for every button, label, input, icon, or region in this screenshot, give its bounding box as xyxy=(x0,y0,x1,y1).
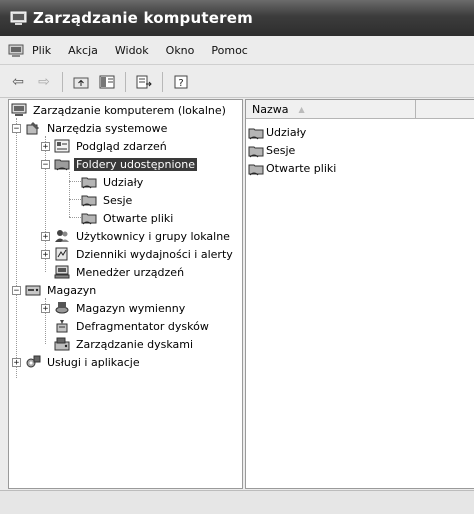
expand-toggle[interactable]: + xyxy=(41,249,50,259)
list-item[interactable]: Udziały xyxy=(248,124,306,141)
up-folder-icon[interactable] xyxy=(71,72,91,92)
forward-arrow-icon[interactable]: ⇨ xyxy=(34,72,54,92)
details-pane[interactable]: Nazwa ▲ Udziały Sesje Otwarte pliki xyxy=(245,99,474,489)
sort-ascending-icon: ▲ xyxy=(298,104,305,114)
tree-item-root[interactable]: Zarządzanie komputerem (lokalne) xyxy=(11,101,228,119)
title-bar: Zarządzanie komputerem xyxy=(0,0,474,36)
expand-toggle[interactable]: + xyxy=(41,141,50,151)
shared-folder-icon xyxy=(81,174,97,190)
tree-item-storage[interactable]: − Magazyn xyxy=(12,281,98,299)
status-bar xyxy=(0,490,474,514)
removable-storage-icon xyxy=(54,300,70,316)
tree-connector xyxy=(69,217,81,218)
users-icon xyxy=(54,228,70,244)
tree-connector xyxy=(69,199,81,200)
back-arrow-icon[interactable]: ⇦ xyxy=(8,72,28,92)
tree-item-shared-folders[interactable]: − Foldery udostępnione xyxy=(41,155,197,173)
column-header-name[interactable]: Nazwa ▲ xyxy=(246,100,416,118)
export-list-icon[interactable] xyxy=(134,72,154,92)
system-tools-icon xyxy=(25,120,41,136)
list-item[interactable]: Otwarte pliki xyxy=(248,160,336,177)
tree-item-system-tools[interactable]: − Narzędzia systemowe xyxy=(12,119,169,137)
shared-folder-icon xyxy=(54,156,70,172)
menu-bar: Plik Akcja Widok Okno Pomoc xyxy=(0,37,474,65)
event-viewer-icon xyxy=(54,138,70,154)
device-manager-icon xyxy=(54,264,70,280)
list-item-label: Udziały xyxy=(266,126,307,139)
tree-label: Narzędzia systemowe xyxy=(47,121,168,135)
shared-folder-icon xyxy=(248,143,264,159)
tree-label: Udziały xyxy=(103,175,144,189)
tree-item-removable-storage[interactable]: + Magazyn wymienny xyxy=(41,299,187,317)
menu-action[interactable]: Akcja xyxy=(68,44,98,57)
tree-connector xyxy=(16,118,17,378)
tree-item-sessions[interactable]: Sesje xyxy=(81,191,134,209)
disk-management-icon xyxy=(54,336,70,352)
tree-item-event-viewer[interactable]: + Podgląd zdarzeń xyxy=(41,137,169,155)
tree-label: Dzienniki wydajności i alerty xyxy=(76,247,233,261)
tree-item-disk-management[interactable]: Zarządzanie dyskami xyxy=(54,335,195,353)
tree-label: Magazyn xyxy=(47,283,97,297)
collapse-toggle[interactable]: − xyxy=(12,123,21,133)
shared-folder-icon xyxy=(248,161,264,177)
shared-folder-icon xyxy=(248,125,264,141)
tree-label: Zarządzanie komputerem (lokalne) xyxy=(33,103,226,117)
column-header: Nazwa ▲ xyxy=(246,100,474,119)
computer-management-icon xyxy=(11,102,27,118)
tree-label: Magazyn wymienny xyxy=(76,301,186,315)
tree-item-local-users[interactable]: + Użytkownicy i grupy lokalne xyxy=(41,227,232,245)
system-menu-icon[interactable] xyxy=(8,44,24,58)
collapse-toggle[interactable]: − xyxy=(12,285,21,295)
tree-label: Użytkownicy i grupy lokalne xyxy=(76,229,230,243)
toolbar: ⇦ ⇨ ? xyxy=(0,66,474,98)
column-header-empty[interactable] xyxy=(416,100,474,118)
storage-icon xyxy=(25,282,41,298)
defragmenter-icon xyxy=(54,318,70,334)
tree-label: Menedżer urządzeń xyxy=(76,265,185,279)
tree-item-shares[interactable]: Udziały xyxy=(81,173,145,191)
list-item-label: Sesje xyxy=(266,144,296,157)
performance-logs-icon xyxy=(54,246,70,262)
toolbar-separator xyxy=(125,71,126,92)
window-title: Zarządzanie komputerem xyxy=(33,9,253,27)
shared-folder-icon xyxy=(81,192,97,208)
collapse-toggle[interactable]: − xyxy=(41,159,50,169)
expand-toggle[interactable]: + xyxy=(41,231,50,241)
list-item-label: Otwarte pliki xyxy=(266,162,337,175)
menu-help[interactable]: Pomoc xyxy=(211,44,247,57)
list-item[interactable]: Sesje xyxy=(248,142,295,159)
computer-icon xyxy=(10,11,27,26)
tree-label: Foldery udostępnione xyxy=(74,157,197,171)
services-icon xyxy=(25,354,41,370)
tree-label: Podgląd zdarzeń xyxy=(76,139,167,153)
tree-item-perf-logs[interactable]: + Dzienniki wydajności i alerty xyxy=(41,245,235,263)
menu-window[interactable]: Okno xyxy=(166,44,195,57)
expand-toggle[interactable]: + xyxy=(41,303,50,313)
toolbar-separator xyxy=(62,71,63,92)
tree-item-services-apps[interactable]: + Usługi i aplikacje xyxy=(12,353,142,371)
console-tree-pane[interactable]: Zarządzanie komputerem (lokalne) − Narzę… xyxy=(8,99,243,489)
tree-connector xyxy=(69,172,70,217)
help-icon[interactable]: ? xyxy=(171,72,191,92)
tree-item-open-files[interactable]: Otwarte pliki xyxy=(81,209,175,227)
column-name-label: Nazwa xyxy=(252,102,289,116)
show-hide-tree-icon[interactable] xyxy=(97,72,117,92)
tree-connector xyxy=(69,181,81,182)
tree-item-device-manager[interactable]: Menedżer urządzeń xyxy=(54,263,186,281)
menu-file[interactable]: Plik xyxy=(32,44,51,57)
tree-label: Usługi i aplikacje xyxy=(47,355,140,369)
tree-label: Zarządzanie dyskami xyxy=(76,337,194,351)
shared-folder-icon xyxy=(81,210,97,226)
tree-label: Defragmentator dysków xyxy=(76,319,209,333)
tree-label: Otwarte pliki xyxy=(103,211,174,225)
expand-toggle[interactable]: + xyxy=(12,357,21,367)
toolbar-separator xyxy=(162,71,163,92)
tree-item-defrag[interactable]: Defragmentator dysków xyxy=(54,317,211,335)
menu-view[interactable]: Widok xyxy=(115,44,149,57)
tree-label: Sesje xyxy=(103,193,133,207)
svg-text:?: ? xyxy=(178,78,183,89)
